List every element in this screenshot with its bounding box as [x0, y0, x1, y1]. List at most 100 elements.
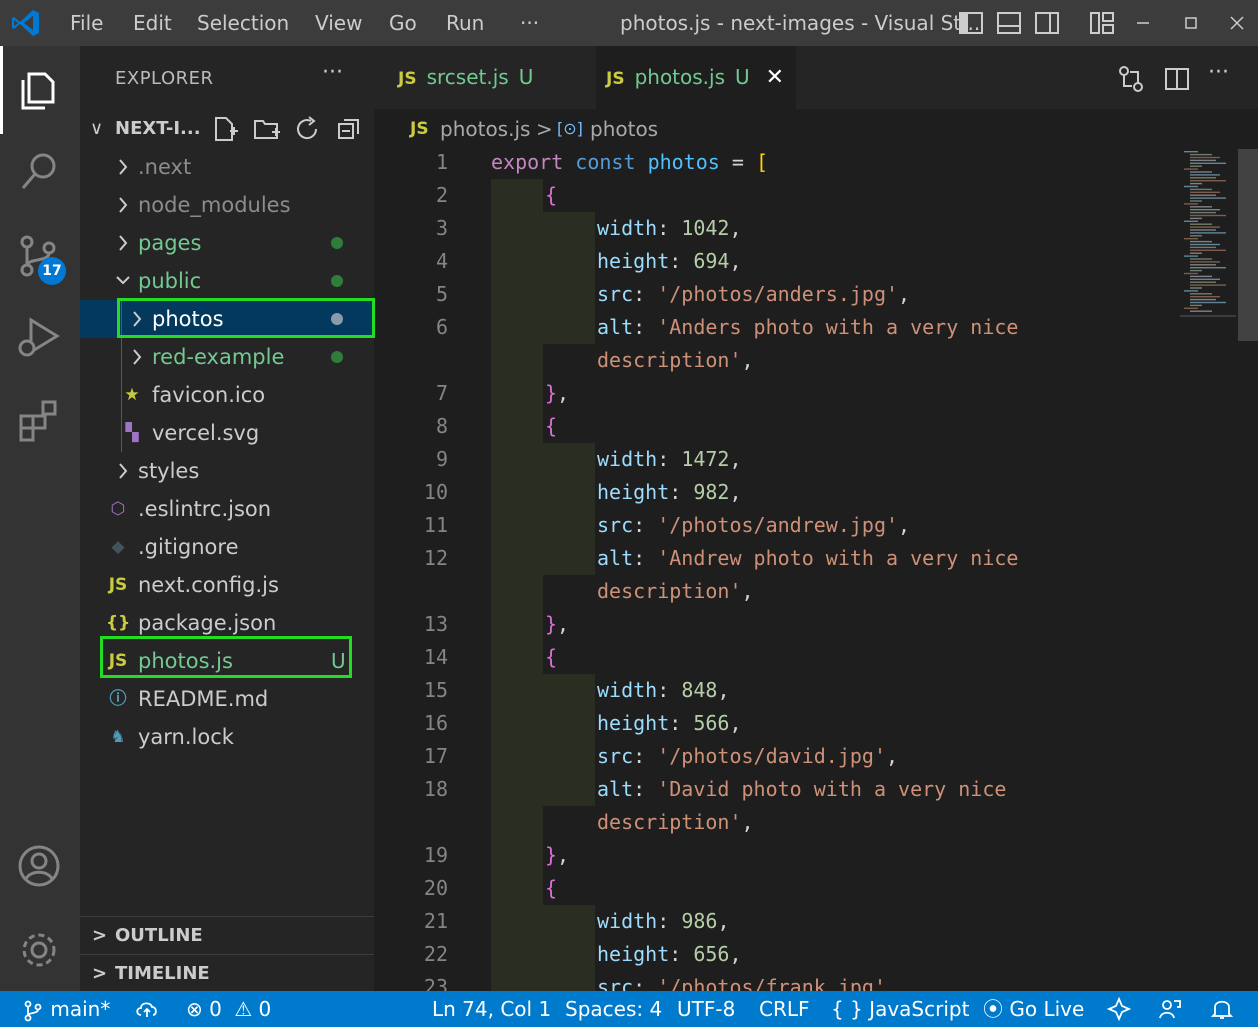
- minimap[interactable]: [1180, 149, 1236, 991]
- maximize-icon[interactable]: [1176, 8, 1206, 38]
- folder-styles[interactable]: styles: [80, 452, 374, 490]
- menu-view[interactable]: View: [315, 0, 362, 46]
- open-changes-icon[interactable]: [1116, 64, 1146, 94]
- braces-icon: { }: [831, 997, 863, 1021]
- tree-item-label: node_modules: [138, 193, 291, 217]
- minimap-line: [1190, 223, 1212, 225]
- indent-guide: [491, 608, 543, 641]
- file-vercel-svg[interactable]: ▚ vercel.svg: [80, 414, 374, 452]
- extensions-icon[interactable]: [15, 396, 63, 444]
- menu-run[interactable]: Run: [446, 0, 484, 46]
- outline-section[interactable]: > OUTLINE: [80, 916, 374, 954]
- language-mode[interactable]: { } JavaScript: [831, 991, 969, 1027]
- code-line: src: '/photos/andrew.jpg',: [597, 509, 910, 542]
- code-token: ,: [729, 942, 742, 966]
- indent-guide: [543, 740, 595, 773]
- code-token: height: [597, 711, 670, 735]
- folder-red-example[interactable]: red-example: [80, 338, 374, 376]
- folder-pages[interactable]: pages: [80, 224, 374, 262]
- sync-cloud-icon[interactable]: [135, 998, 159, 1020]
- encoding[interactable]: UTF-8: [677, 991, 735, 1027]
- minimap-line: [1184, 168, 1198, 170]
- minimap-line: [1190, 194, 1216, 196]
- minimap-line: [1190, 246, 1216, 249]
- run-debug-icon[interactable]: [15, 314, 63, 362]
- file-yarn-lock[interactable]: ♞ yarn.lock: [80, 718, 374, 756]
- file-eslintrc-json[interactable]: ⬡ .eslintrc.json: [80, 490, 374, 528]
- tab-srcset[interactable]: JS srcset.js U: [374, 46, 596, 109]
- toggle-panel-icon[interactable]: [994, 8, 1024, 38]
- problems-indicator[interactable]: ⊗ 0 ⚠ 0: [186, 991, 271, 1027]
- file-gitignore[interactable]: ◆ .gitignore: [80, 528, 374, 566]
- file-favicon-ico[interactable]: ★ favicon.ico: [80, 376, 374, 414]
- indent-guide: [121, 338, 122, 376]
- toggle-primary-sidebar-icon[interactable]: [956, 8, 986, 38]
- indentation[interactable]: Spaces: 4: [565, 991, 662, 1027]
- code-editor[interactable]: 1 export const photos = [2{3 width: 1042, 4…: [374, 149, 1180, 991]
- status-bar: main* ⊗ 0 ⚠ 0 Ln 74, Col 1 Spaces: 4 UTF…: [0, 991, 1258, 1027]
- code-token: {: [545, 414, 558, 438]
- menu-more[interactable]: ···: [520, 0, 539, 46]
- breadcrumb-symbol[interactable]: photos: [590, 109, 658, 149]
- go-live-button[interactable]: ⦿ Go Live: [983, 991, 1084, 1027]
- code-line: {: [545, 179, 557, 212]
- explorer-icon[interactable]: [15, 66, 63, 114]
- line-number: 6: [435, 315, 448, 339]
- scrollbar-thumb[interactable]: [1238, 149, 1258, 341]
- chevron-right-icon: [119, 197, 128, 213]
- search-icon[interactable]: [15, 148, 63, 196]
- notifications-bell-icon[interactable]: [1210, 997, 1234, 1021]
- minimize-icon[interactable]: [1128, 8, 1158, 38]
- minimap-line: [1190, 243, 1220, 246]
- branch-indicator[interactable]: main*: [22, 991, 110, 1027]
- breadcrumb-file[interactable]: photos.js: [440, 109, 530, 149]
- code-token: :: [633, 315, 658, 339]
- minimap-line: [1190, 298, 1216, 301]
- menu-file[interactable]: File: [70, 0, 103, 46]
- minimap-line: [1190, 214, 1226, 217]
- manage-gear-icon[interactable]: [15, 926, 63, 974]
- minimap-line: [1190, 180, 1226, 182]
- code-line: },: [545, 839, 569, 872]
- accounts-icon[interactable]: [15, 842, 63, 890]
- highlight-box-photos-folder: [117, 298, 375, 338]
- close-window-icon[interactable]: [1222, 8, 1252, 38]
- sidebar-more-button[interactable]: ···: [322, 60, 343, 85]
- refresh-icon[interactable]: [293, 114, 323, 144]
- feedback-icon[interactable]: [1158, 997, 1182, 1021]
- vertical-scrollbar[interactable]: [1238, 149, 1258, 991]
- timeline-section[interactable]: > TIMELINE: [80, 954, 374, 992]
- folder-next[interactable]: .next: [80, 148, 374, 186]
- minimap-line: [1184, 185, 1198, 188]
- close-tab-icon[interactable]: ✕: [766, 65, 784, 90]
- line-number: 13: [423, 612, 448, 636]
- customize-layout-icon[interactable]: [1087, 8, 1117, 38]
- indent-guide: [491, 839, 543, 872]
- file-readme-md[interactable]: ⓘ README.md: [80, 680, 374, 718]
- collapse-all-icon[interactable]: [334, 114, 364, 144]
- folder-node-modules[interactable]: node_modules: [80, 186, 374, 224]
- indent-guide: [491, 344, 543, 377]
- folder-public[interactable]: public: [80, 262, 374, 300]
- menu-go[interactable]: Go: [389, 0, 417, 46]
- end-of-line[interactable]: CRLF: [759, 991, 810, 1027]
- line-number: 22: [423, 942, 448, 966]
- file-next-config-js[interactable]: JS next.config.js: [80, 566, 374, 604]
- project-header[interactable]: ∨ NEXT-I...: [80, 110, 374, 148]
- tree-item-label: public: [138, 269, 202, 293]
- new-folder-icon[interactable]: [252, 114, 282, 144]
- menu-selection[interactable]: Selection: [197, 0, 289, 46]
- minimap-line: [1190, 229, 1216, 231]
- timeline-label: TIMELINE: [115, 963, 210, 984]
- cursor-position[interactable]: Ln 74, Col 1: [432, 991, 551, 1027]
- code-token: ,: [717, 678, 730, 702]
- tab-photos[interactable]: JS photos.js U ✕: [596, 46, 796, 109]
- code-token: ,: [557, 612, 570, 636]
- prettier-icon[interactable]: [1107, 997, 1131, 1021]
- split-editor-icon[interactable]: [1162, 64, 1192, 94]
- menu-edit[interactable]: Edit: [133, 0, 172, 46]
- editor-more-actions[interactable]: ···: [1208, 60, 1229, 85]
- code-token: 'Anders photo with a very nice: [657, 315, 1019, 339]
- new-file-icon[interactable]: [210, 114, 240, 144]
- toggle-secondary-sidebar-icon[interactable]: [1032, 8, 1062, 38]
